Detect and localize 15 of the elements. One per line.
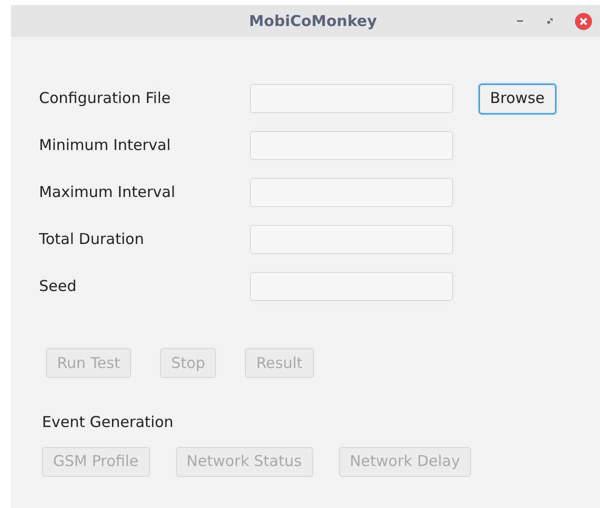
input-field[interactable]: [250, 84, 453, 113]
input-field[interactable]: [250, 225, 453, 254]
field-label: Total Duration: [39, 229, 145, 250]
restore-icon[interactable]: [545, 16, 555, 26]
window-title: MobiCoMonkey: [249, 10, 377, 32]
field-label: Configuration File: [39, 88, 172, 110]
browse-button[interactable]: Browse: [479, 84, 556, 114]
field-label: Maximum Interval: [39, 182, 176, 204]
close-icon[interactable]: [575, 12, 592, 30]
input-field[interactable]: [250, 178, 453, 207]
input-field[interactable]: [250, 272, 453, 301]
field-label: Seed: [39, 276, 78, 298]
input-field[interactable]: [250, 131, 453, 160]
field-label: Minimum Interval: [39, 135, 172, 156]
section-heading: Event Generation: [42, 412, 174, 433]
